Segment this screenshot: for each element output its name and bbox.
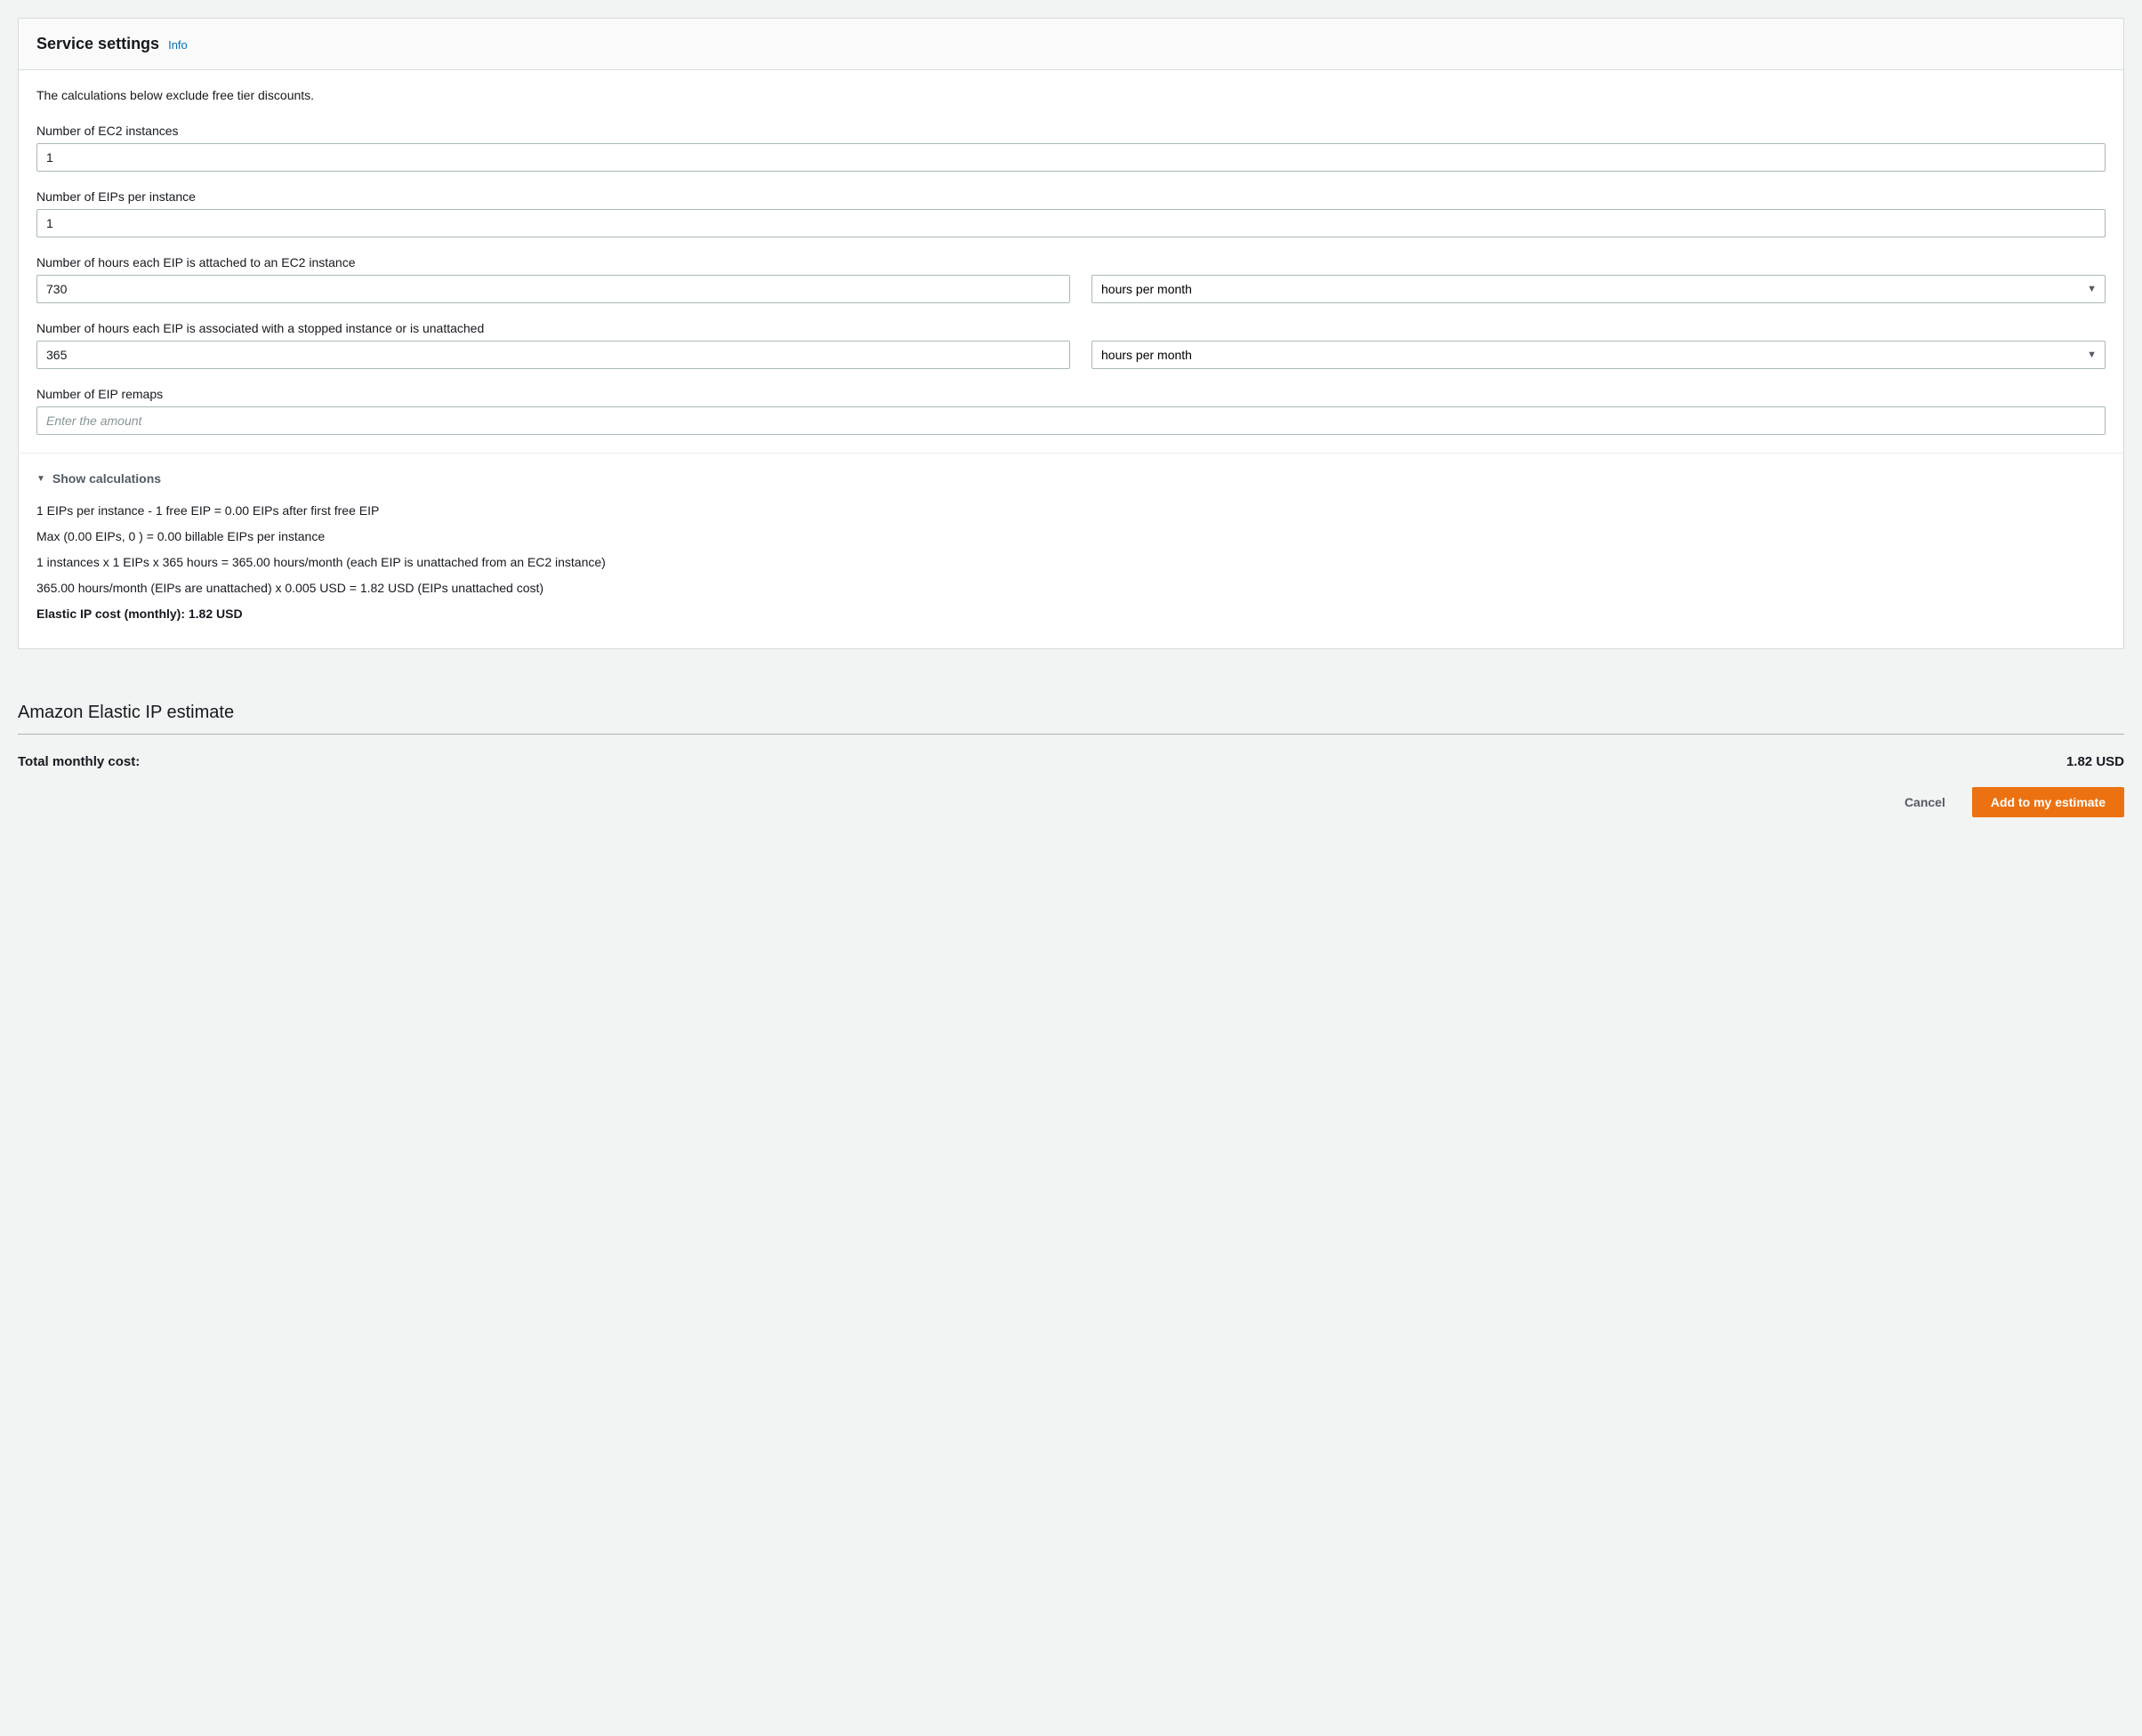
- select-hours-attached-wrap: hours per month ▼: [1091, 275, 2106, 303]
- calc-total: Elastic IP cost (monthly): 1.82 USD: [36, 605, 2106, 623]
- field-remaps: Number of EIP remaps: [36, 387, 2106, 435]
- label-hours-unattached: Number of hours each EIP is associated w…: [36, 321, 2106, 335]
- input-ec2-instances[interactable]: [36, 143, 2106, 172]
- calculation-lines: 1 EIPs per instance - 1 free EIP = 0.00 …: [36, 502, 2106, 623]
- field-hours-attached: Number of hours each EIP is attached to …: [36, 255, 2106, 303]
- select-hours-unattached-wrap: hours per month ▼: [1091, 341, 2106, 369]
- panel-body: The calculations below exclude free tier…: [19, 70, 2123, 453]
- label-ec2-instances: Number of EC2 instances: [36, 124, 2106, 138]
- input-eips-per-instance[interactable]: [36, 209, 2106, 237]
- calculations-section: ▼ Show calculations 1 EIPs per instance …: [19, 453, 2123, 648]
- calc-line: 1 EIPs per instance - 1 free EIP = 0.00 …: [36, 502, 2106, 520]
- total-label: Total monthly cost:: [18, 754, 140, 769]
- caret-down-icon: ▼: [36, 474, 45, 484]
- info-link[interactable]: Info: [168, 38, 188, 52]
- input-hours-unattached[interactable]: [36, 341, 1070, 369]
- estimate-block: Amazon Elastic IP estimate Total monthly…: [18, 703, 2124, 817]
- service-settings-panel: Service settings Info The calculations b…: [18, 18, 2124, 649]
- label-remaps: Number of EIP remaps: [36, 387, 2106, 401]
- add-to-estimate-button[interactable]: Add to my estimate: [1972, 787, 2124, 817]
- label-eips-per-instance: Number of EIPs per instance: [36, 189, 2106, 204]
- input-remaps[interactable]: [36, 406, 2106, 435]
- panel-header: Service settings Info: [19, 19, 2123, 70]
- panel-title: Service settings: [36, 35, 159, 53]
- field-ec2-instances: Number of EC2 instances: [36, 124, 2106, 172]
- total-row: Total monthly cost: 1.82 USD: [18, 735, 2124, 769]
- show-calculations-label: Show calculations: [52, 471, 161, 486]
- field-eips-per-instance: Number of EIPs per instance: [36, 189, 2106, 237]
- free-tier-notice: The calculations below exclude free tier…: [36, 88, 2106, 102]
- total-value: 1.82 USD: [2066, 754, 2124, 769]
- calc-line: 365.00 hours/month (EIPs are unattached)…: [36, 579, 2106, 598]
- cancel-button[interactable]: Cancel: [1890, 787, 1960, 817]
- calc-line: 1 instances x 1 EIPs x 365 hours = 365.0…: [36, 553, 2106, 572]
- actions-row: Cancel Add to my estimate: [18, 787, 2124, 817]
- estimate-title: Amazon Elastic IP estimate: [18, 703, 2124, 735]
- input-hours-attached[interactable]: [36, 275, 1070, 303]
- select-hours-attached-unit[interactable]: hours per month: [1091, 275, 2106, 303]
- calc-line: Max (0.00 EIPs, 0 ) = 0.00 billable EIPs…: [36, 527, 2106, 546]
- label-hours-attached: Number of hours each EIP is attached to …: [36, 255, 2106, 269]
- show-calculations-toggle[interactable]: ▼ Show calculations: [36, 471, 2106, 486]
- select-hours-unattached-unit[interactable]: hours per month: [1091, 341, 2106, 369]
- field-hours-unattached: Number of hours each EIP is associated w…: [36, 321, 2106, 369]
